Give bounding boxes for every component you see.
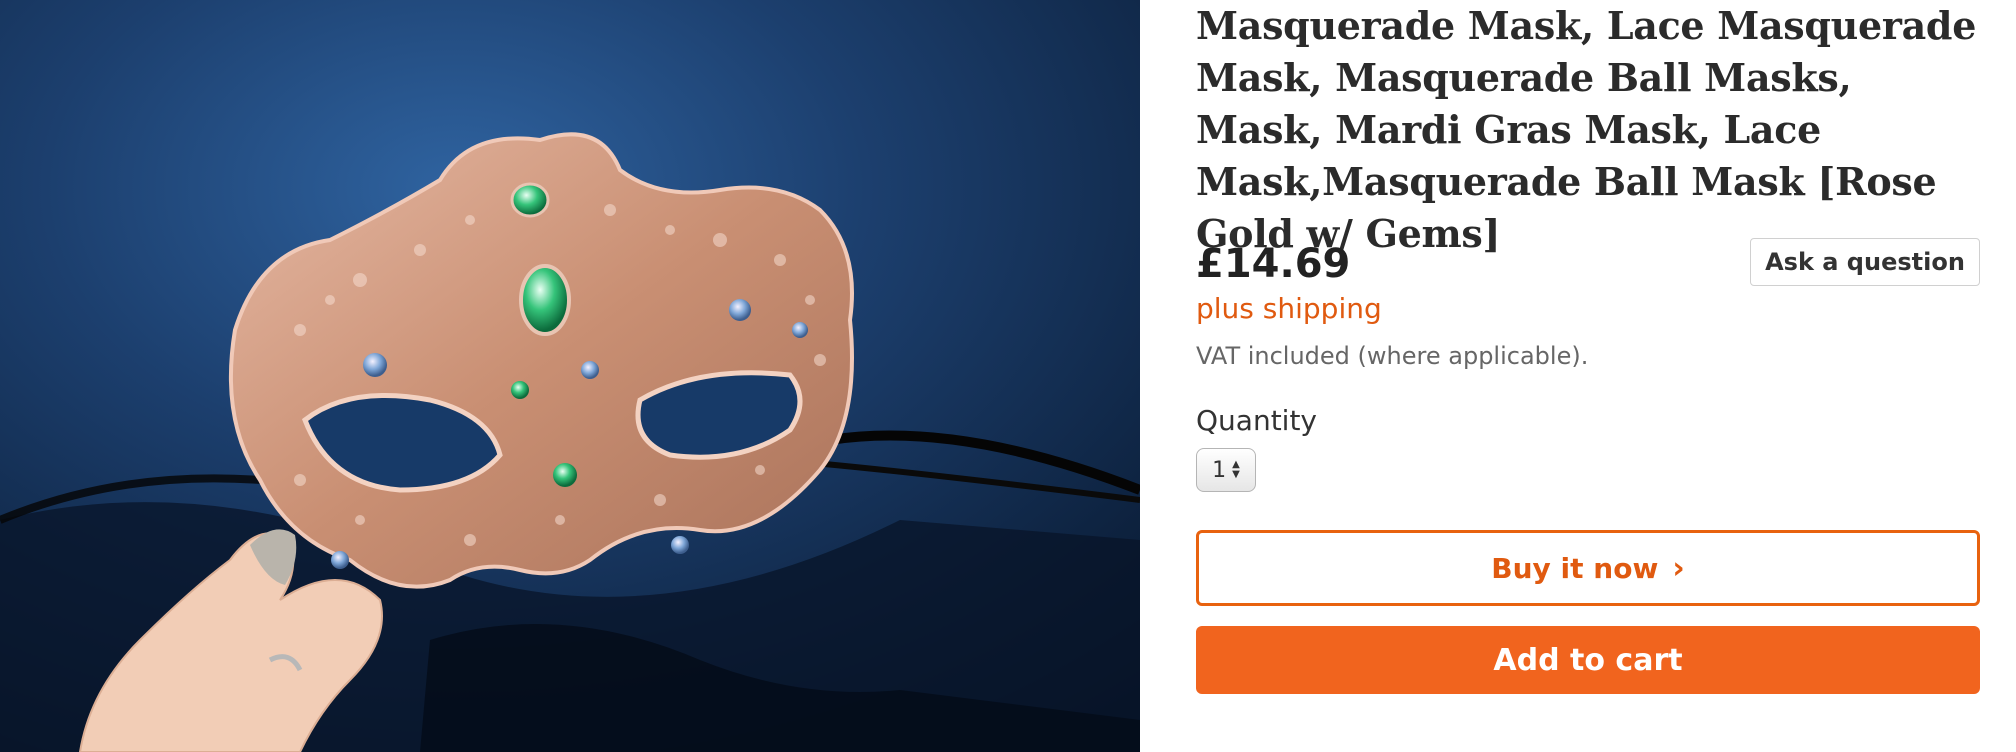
mask-photo — [0, 0, 1140, 752]
vat-note: VAT included (where applicable). — [1196, 342, 1589, 370]
product-title: Masquerade Mask, Lace Masquerade Mask, M… — [1196, 3, 1977, 256]
ask-question-button[interactable]: Ask a question — [1750, 238, 1980, 286]
shipping-note: plus shipping — [1196, 292, 1382, 325]
quantity-value: 1 — [1212, 457, 1227, 483]
updown-arrows-icon: ▲ ▼ — [1232, 459, 1240, 480]
add-to-cart-label: Add to cart — [1493, 642, 1683, 678]
purchase-panel: Masquerade Mask, Lace Masquerade Mask, M… — [1196, 0, 1980, 752]
quantity-label: Quantity — [1196, 404, 1317, 437]
buy-it-now-label: Buy it now — [1491, 551, 1659, 585]
quantity-select[interactable]: 1 ▲ ▼ — [1196, 448, 1256, 492]
price-row: £14.69 Ask a question — [1196, 238, 1980, 298]
add-to-cart-button[interactable]: Add to cart — [1196, 626, 1980, 694]
product-image[interactable] — [0, 0, 1140, 752]
price: £14.69 — [1196, 241, 1351, 287]
chevron-right-icon: › — [1672, 550, 1685, 586]
buy-it-now-button[interactable]: Buy it now › — [1196, 530, 1980, 606]
